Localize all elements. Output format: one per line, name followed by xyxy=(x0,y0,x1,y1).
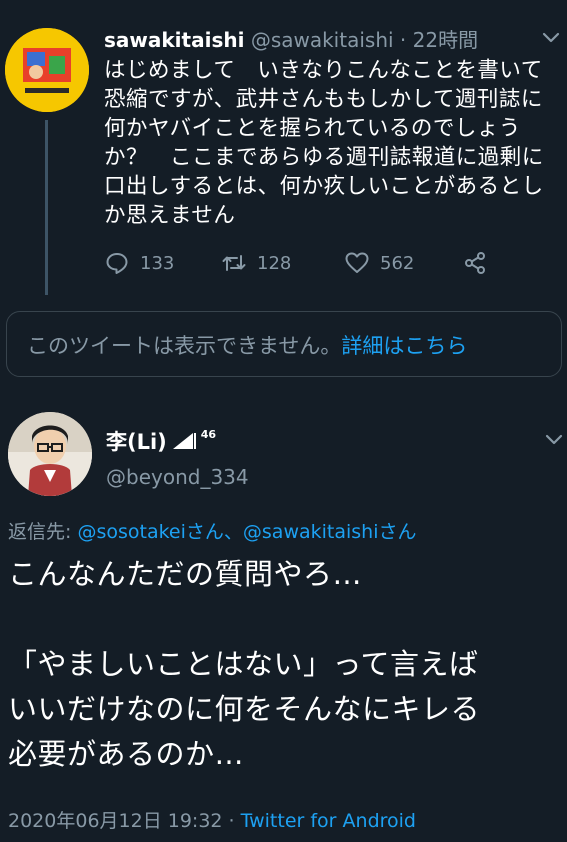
heart-icon xyxy=(345,252,369,273)
mention-sawakitaishi[interactable]: @sawakitaishiさん xyxy=(243,521,417,543)
learn-more-link[interactable]: 詳細はこちら xyxy=(341,334,467,358)
thread-line xyxy=(45,120,48,295)
tweet-1[interactable]: sawakitaishi @sawakitaishi · 22時間 はじめまして… xyxy=(0,0,567,300)
mention-separator: 、 xyxy=(223,521,243,543)
tweet-text-2: こんなんただの質問やろ… 「やましいことはない」って言えば いいだけなのに何をそ… xyxy=(8,552,558,777)
like-count: 562 xyxy=(380,252,415,274)
tweet-line: いいだけなのに何をそんなにキレる xyxy=(8,692,481,726)
tweet-source[interactable]: Twitter for Android xyxy=(241,810,416,832)
display-name-2[interactable]: 李(Li) 46 xyxy=(106,426,216,456)
tweet-line: 口出しするとは、何か疚しいことがあるとし xyxy=(104,174,544,199)
reply-count: 133 xyxy=(140,252,175,274)
unavailable-text: このツイートは表示できません。 xyxy=(27,334,342,358)
retweet-button[interactable]: 128 xyxy=(221,250,291,276)
tweet-header: sawakitaishi @sawakitaishi · 22時間 xyxy=(104,24,478,53)
chevron-down-icon[interactable] xyxy=(540,26,562,48)
avatar-image xyxy=(8,412,92,496)
unavailable-message: このツイートは表示できません。詳細はこちら xyxy=(27,330,467,360)
retweet-icon xyxy=(222,255,246,271)
mention-sosotakei[interactable]: @sosotakeiさん xyxy=(77,521,223,543)
tweet-line: はじめまして いきなりこんなことを書いて xyxy=(104,58,543,83)
tweet-line: か？ ここまであらゆる週刊誌報道に過剰に xyxy=(104,145,544,170)
username[interactable]: @sawakitaishi xyxy=(251,28,394,52)
reply-button[interactable]: 133 xyxy=(104,250,174,276)
share-button[interactable] xyxy=(462,250,488,276)
replying-to: 返信先: @sosotakeiさん、@sawakitaishiさん xyxy=(8,517,417,544)
meta-separator: · xyxy=(222,810,241,832)
unavailable-tweet-notice: このツイートは表示できません。詳細はこちら xyxy=(6,311,562,377)
share-icon xyxy=(465,252,485,274)
avatar-sawakitaishi[interactable] xyxy=(5,28,89,112)
tweet-line: 「やましいことはない」って言えば xyxy=(8,647,479,681)
avatar-image xyxy=(5,28,89,112)
tweet-line: か思えません xyxy=(104,203,236,228)
tweet-text: はじめまして いきなりこんなことを書いて 恐縮ですが、武井さんももしかして週刊誌… xyxy=(104,56,559,230)
signal-bars-icon xyxy=(172,433,196,449)
display-name-text: 李(Li) xyxy=(106,430,167,454)
username-2[interactable]: @beyond_334 xyxy=(106,465,249,489)
timestamp[interactable]: 22時間 xyxy=(413,28,478,52)
replying-to-label: 返信先: xyxy=(8,521,78,543)
tweet-line: こんなんただの質問やろ… xyxy=(8,557,363,591)
like-button[interactable]: 562 xyxy=(344,250,414,276)
chevron-down-icon[interactable] xyxy=(543,428,565,450)
tweet-line: 恐縮ですが、武井さんももしかして週刊誌に xyxy=(104,87,543,112)
tweet-line: 必要があるのか… xyxy=(8,737,245,771)
reply-icon xyxy=(106,253,128,274)
avatar-beyond-334[interactable] xyxy=(8,412,92,496)
separator: · xyxy=(393,28,413,52)
retweet-count: 128 xyxy=(257,252,292,274)
tweet-actions: 133 128 562 xyxy=(104,250,524,280)
tweet-date[interactable]: 2020年06月12日 19:32 xyxy=(8,810,223,832)
display-name[interactable]: sawakitaishi xyxy=(104,28,244,52)
tweet-line: 何かヤバイことを握られているのでしょう xyxy=(104,116,521,141)
tweet-meta: 2020年06月12日 19:32 · Twitter for Android xyxy=(8,806,416,833)
name-badge: 46 xyxy=(200,428,217,441)
